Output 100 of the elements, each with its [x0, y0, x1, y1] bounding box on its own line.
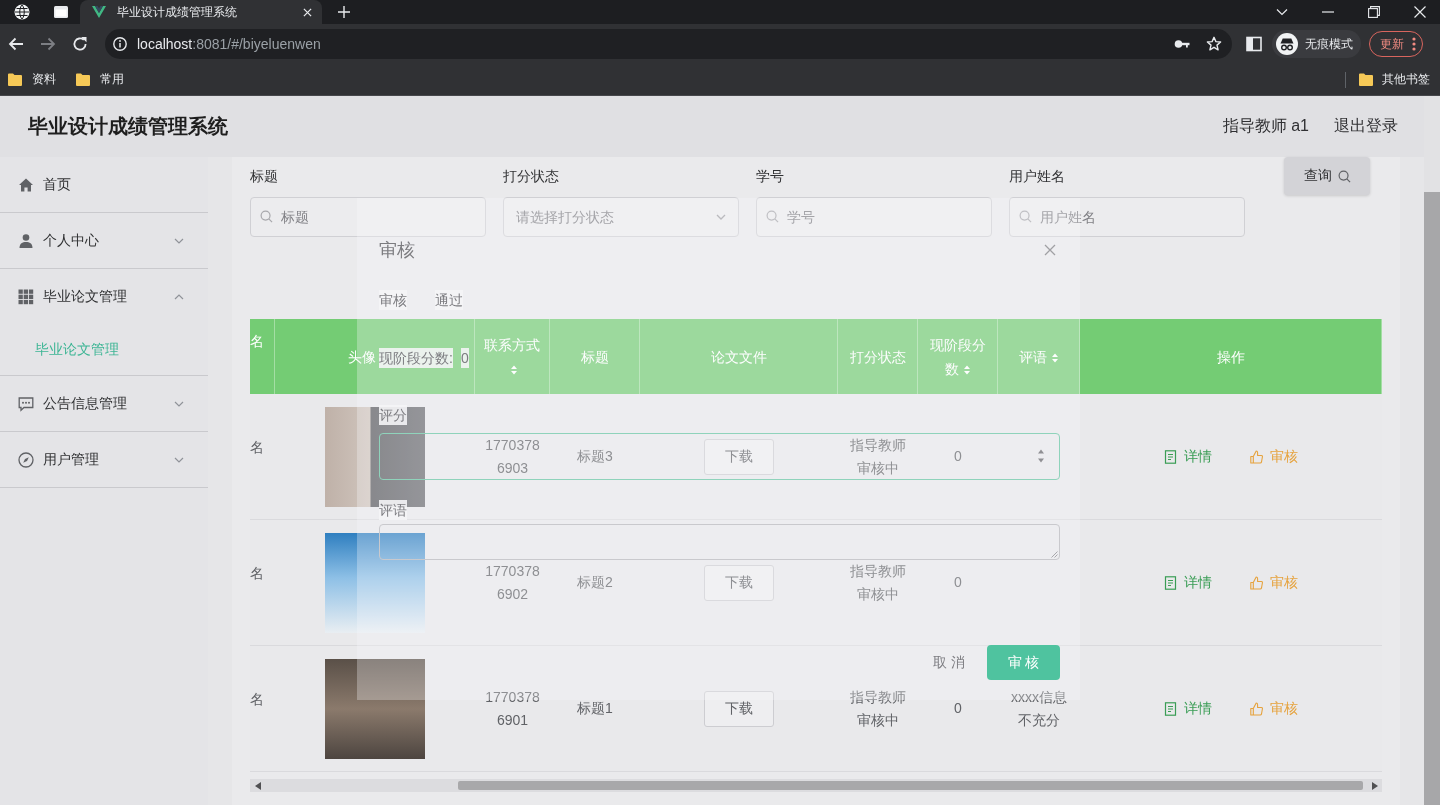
sidebar-item[interactable]: 首页 [0, 157, 208, 212]
detail-link[interactable]: 详情 [1164, 699, 1212, 718]
column-header: 操作 [1216, 347, 1245, 367]
scroll-left-arrow-icon[interactable] [255, 781, 261, 790]
address-bar[interactable]: localhost:8081/#/biyeluenwen [105, 29, 1232, 59]
sidebar-item[interactable]: 毕业论文管理 [0, 269, 208, 324]
sort-caret-icon[interactable] [1050, 351, 1059, 364]
cancel-button[interactable]: 取 消 [921, 645, 977, 680]
download-button[interactable]: 下载 [704, 690, 774, 727]
download-button[interactable]: 下载 [704, 438, 774, 475]
table-cell-text: 指导教师审核中 [849, 561, 907, 604]
field-label: 评语 [379, 500, 407, 520]
folder-icon [76, 73, 90, 86]
document-icon [1164, 701, 1177, 716]
download-button[interactable]: 下载 [704, 564, 774, 601]
info-icon[interactable] [113, 37, 127, 51]
table-cell-text: 名 [250, 690, 264, 709]
column-header: 标题 [580, 347, 609, 367]
sort-caret-icon[interactable] [510, 363, 518, 376]
table-cell-text: 17703786903 [484, 435, 541, 478]
folder-icon [1359, 73, 1373, 86]
table-cell-text: 0 [954, 447, 962, 466]
globe-icon[interactable] [14, 4, 30, 20]
sort-caret-icon[interactable] [962, 363, 971, 376]
query-button[interactable]: 查询 [1284, 157, 1370, 195]
horizontal-scrollbar[interactable] [250, 779, 1382, 792]
profile-button[interactable]: 无痕模式 [1272, 30, 1361, 58]
search-field[interactable]: 标题 [250, 197, 486, 237]
search-icon [1019, 210, 1032, 223]
home-icon [18, 176, 34, 193]
scroll-right-arrow-icon[interactable] [1372, 781, 1378, 790]
table-cell-text: 17703786902 [484, 561, 541, 604]
hat-glasses-icon [1276, 33, 1298, 55]
table-cell-text: 17703786901 [484, 687, 541, 730]
user-label: 指导教师 a1 [1222, 116, 1309, 136]
resize-handle-icon[interactable] [1051, 551, 1058, 558]
field-label: 审核 [379, 290, 407, 310]
chevron-down-icon[interactable] [1276, 6, 1288, 18]
bookmark-item[interactable]: 资料 [8, 71, 56, 88]
number-input[interactable] [379, 433, 1060, 480]
window-icon[interactable] [54, 6, 68, 18]
field-label: 现阶段分数: [379, 348, 453, 368]
document-icon [1164, 575, 1177, 590]
table-cell-text: 名 [250, 564, 264, 583]
table-cell-text: 标题1 [577, 699, 613, 718]
search-field[interactable]: 用户姓名 [1009, 197, 1245, 237]
url-text: localhost:8081/#/biyeluenwen [137, 36, 321, 52]
table-cell-text: 0 [954, 699, 962, 718]
search-field[interactable]: 学号 [756, 197, 992, 237]
column-header: 头像 [347, 347, 376, 367]
thumbs-up-icon [1250, 449, 1263, 464]
logout-link[interactable]: 退出登录 [1334, 116, 1398, 137]
field-label: 标题 [250, 167, 278, 186]
detail-link[interactable]: 详情 [1164, 573, 1212, 592]
sidebar-item[interactable]: 公告信息管理 [0, 376, 208, 431]
forward-arrow-icon[interactable] [40, 36, 56, 52]
table-cell-text: 名 [250, 438, 264, 457]
table-cell-text: 指导教师审核中 [849, 435, 907, 478]
chat-icon [18, 395, 34, 412]
bookmark-item[interactable]: 其他书签 [1359, 71, 1430, 88]
stepper-arrows-icon[interactable] [1036, 447, 1046, 465]
table-cell-text: 标题2 [577, 573, 613, 592]
field-label: 用户姓名 [1009, 167, 1065, 186]
document-icon [1164, 449, 1177, 464]
reload-icon[interactable] [72, 36, 88, 52]
thumbs-up-icon [1250, 575, 1263, 590]
field-label: 评分 [379, 405, 407, 425]
field-label: 学号 [756, 167, 784, 186]
v-logo-icon [92, 6, 106, 18]
search-icon [1337, 169, 1351, 183]
table-cell-text: 标题3 [577, 447, 613, 466]
select-field[interactable]: 请选择打分状态 [503, 197, 739, 237]
search-icon [766, 210, 779, 223]
bookmark-item[interactable]: 常用 [76, 71, 124, 88]
column-header: 打分状态 [849, 347, 906, 367]
comment-textarea[interactable] [379, 524, 1060, 560]
thumbs-up-icon [1250, 701, 1263, 716]
field-label: 打分状态 [503, 167, 559, 186]
column-header: 名 [250, 332, 264, 351]
user-icon [18, 232, 34, 249]
field-value: 0 [460, 348, 469, 368]
side-panel-icon[interactable] [1246, 36, 1262, 52]
detail-link[interactable]: 详情 [1164, 447, 1212, 466]
back-arrow-icon[interactable] [8, 36, 24, 52]
folder-icon [8, 73, 22, 86]
kebab-menu-icon [1412, 37, 1416, 51]
search-icon [260, 210, 273, 223]
table-cell-text: xxxx信息不充分 [1010, 687, 1068, 730]
sidebar-item[interactable]: 用户管理 [0, 432, 208, 487]
browser-tab[interactable]: 毕业设计成绩管理系统 [80, 0, 322, 24]
compass-icon [18, 451, 34, 468]
column-header: 论文文件 [710, 347, 767, 367]
grid-icon [18, 288, 34, 305]
scrollbar-thumb[interactable] [458, 781, 1363, 790]
field-value: 通过 [435, 290, 463, 310]
sidebar-item[interactable]: 个人中心 [0, 213, 208, 268]
plus-icon[interactable] [338, 6, 350, 18]
restore-icon[interactable] [1368, 6, 1380, 18]
app-title: 毕业设计成绩管理系统 [28, 114, 228, 139]
star-icon[interactable] [1206, 36, 1222, 52]
